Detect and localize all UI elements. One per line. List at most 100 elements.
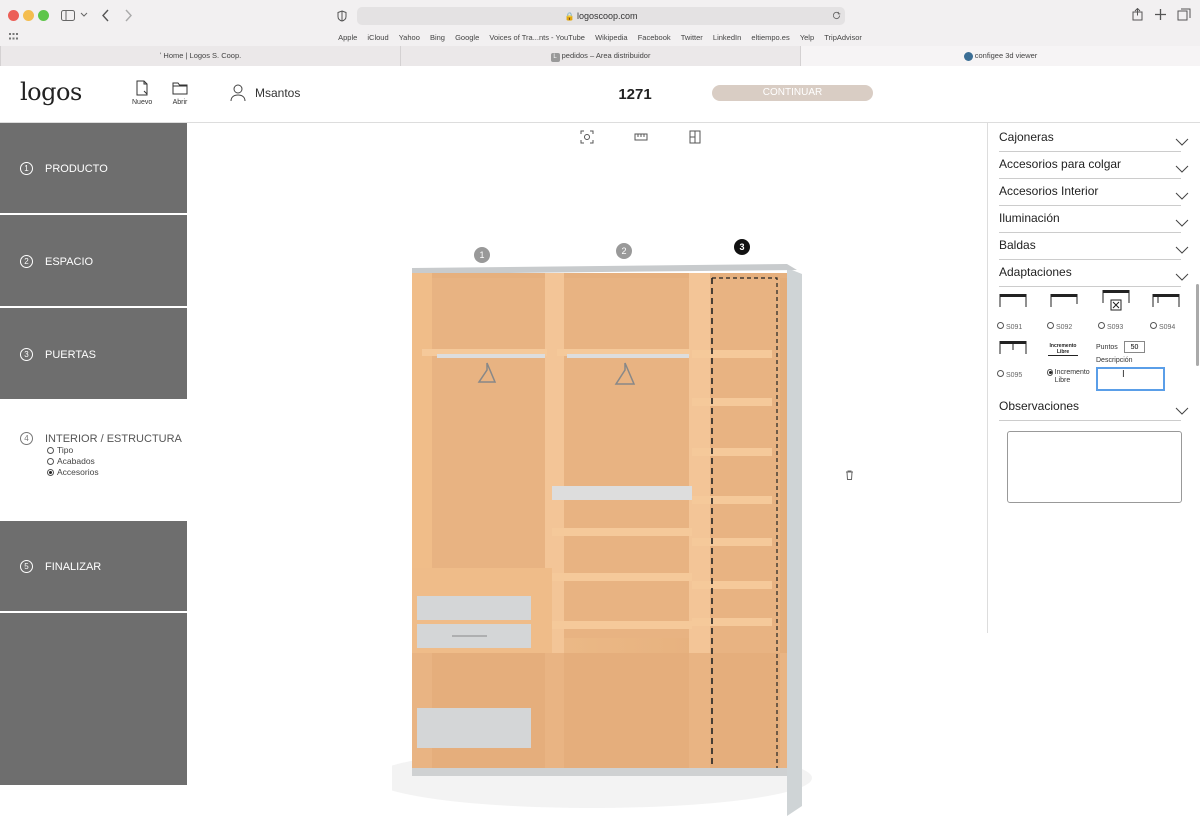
favorite-link[interactable]: Voices of Tra...nts - YouTube — [489, 33, 585, 42]
adaptation-s095-icon[interactable] — [999, 339, 1027, 355]
reload-icon[interactable] — [832, 11, 841, 20]
chevron-down-icon — [1175, 246, 1189, 254]
favorite-link[interactable]: Yelp — [800, 33, 814, 42]
favorite-link[interactable]: Wikipedia — [595, 33, 628, 42]
favorite-link[interactable]: iCloud — [367, 33, 388, 42]
chevron-down-icon — [1175, 138, 1189, 146]
descripcion-input[interactable]: I — [1096, 367, 1165, 391]
new-button[interactable]: Nuevo — [132, 80, 152, 106]
observaciones-textarea[interactable] — [1007, 431, 1182, 503]
radio[interactable] — [47, 457, 54, 465]
adaptation-s093-icon[interactable] — [1102, 288, 1130, 312]
favorite-link[interactable]: LinkedIn — [713, 33, 741, 42]
puntos-input[interactable] — [1124, 341, 1145, 353]
section-baldas[interactable]: Baldas — [999, 238, 1189, 260]
adaptation-option-s092[interactable]: S092 — [1047, 322, 1072, 331]
step-producto[interactable]: 1 PRODUCTO — [0, 123, 187, 213]
section-iluminacion[interactable]: Iluminación — [999, 211, 1189, 233]
section-observaciones[interactable]: Observaciones — [999, 399, 1189, 421]
adaptation-code: S091 — [1005, 324, 1023, 331]
favorite-link[interactable]: Bing — [430, 33, 445, 42]
radio-selected[interactable] — [47, 468, 54, 476]
minimize-window-icon[interactable] — [23, 10, 34, 21]
step-puertas[interactable]: 3 PUERTAS — [0, 308, 187, 399]
folder-icon — [172, 82, 188, 95]
shield-icon[interactable] — [337, 10, 347, 22]
radio[interactable] — [997, 322, 1004, 329]
radio[interactable] — [1047, 322, 1054, 329]
maximize-window-icon[interactable] — [38, 10, 49, 21]
step-finalizar[interactable]: 5 FINALIZAR — [0, 521, 187, 611]
substep-tipo[interactable]: Tipo — [47, 445, 73, 455]
browser-tab[interactable]: L pedidos – Area distribuidor — [400, 46, 800, 66]
address-bar[interactable]: 🔒 logoscoop.com — [357, 7, 845, 25]
radio[interactable] — [1150, 322, 1157, 329]
module-2-marker[interactable]: 2 — [616, 243, 632, 259]
user-icon — [230, 84, 246, 102]
sidebar-toggle-icon[interactable] — [61, 10, 75, 21]
section-title: Accesorios Interior — [999, 184, 1099, 198]
radio-selected[interactable] — [1047, 369, 1053, 376]
close-window-icon[interactable] — [8, 10, 19, 21]
section-accesorios-interior[interactable]: Accesorios Interior — [999, 184, 1189, 206]
section-title: Accesorios para colgar — [999, 157, 1122, 171]
trash-icon[interactable] — [845, 470, 854, 480]
radio[interactable] — [47, 446, 54, 454]
favorite-link[interactable]: eltiempo.es — [751, 33, 789, 42]
radio[interactable] — [1098, 322, 1105, 329]
share-icon[interactable] — [1132, 8, 1143, 21]
tab-overview-icon[interactable] — [1177, 8, 1191, 21]
favorite-link[interactable]: Facebook — [638, 33, 671, 42]
adaptation-option-s091[interactable]: S091 — [997, 322, 1022, 331]
module-3-marker-selected[interactable]: 3 — [734, 239, 750, 255]
step-label: PUERTAS — [45, 348, 96, 361]
adaptation-option-s095[interactable]: S095 — [997, 370, 1022, 379]
puntos-label: Puntos — [1096, 344, 1118, 351]
adaptation-option-incremento-libre[interactable]: Incremento Libre — [1047, 369, 1093, 385]
favorite-link[interactable]: TripAdvisor — [824, 33, 862, 42]
section-adaptaciones[interactable]: Adaptaciones — [999, 265, 1189, 287]
substep-label: Tipo — [57, 445, 74, 455]
step-number: 1 — [20, 162, 33, 175]
section-cajoneras[interactable]: Cajoneras — [999, 130, 1189, 152]
section-title: Observaciones — [999, 399, 1080, 413]
step-espacio[interactable]: 2 ESPACIO — [0, 215, 187, 306]
ruler-icon[interactable] — [634, 130, 648, 144]
continue-button[interactable]: CONTINUAR — [712, 85, 873, 101]
favorite-link[interactable]: Google — [455, 33, 479, 42]
focus-view-icon[interactable] — [580, 130, 594, 144]
tab-title: configee 3d viewer — [974, 51, 1038, 60]
order-number: 1271 — [618, 86, 652, 103]
forward-icon[interactable] — [124, 9, 133, 22]
incremento-libre-thumbnail[interactable]: Incremento Libre — [1048, 343, 1078, 356]
section-accesorios-colgar[interactable]: Accesorios para colgar — [999, 157, 1189, 179]
radio[interactable] — [997, 370, 1004, 377]
wardrobe-3d-model[interactable] — [392, 238, 832, 838]
step-interior-estructura[interactable]: 4 INTERIOR / ESTRUCTURA Tipo Acabados Acc… — [0, 401, 187, 519]
user-info[interactable]: Msantos — [230, 84, 300, 102]
back-icon[interactable] — [101, 9, 110, 22]
door-panel-icon[interactable] — [688, 130, 702, 144]
substep-acabados[interactable]: Acabados — [47, 456, 95, 466]
adaptation-option-s093[interactable]: S093 — [1098, 322, 1123, 331]
browser-tab[interactable]: ʻ Home | Logos S. Coop. — [0, 46, 400, 66]
favorite-link[interactable]: Yahoo — [399, 33, 420, 42]
browser-tab-active[interactable]: configee 3d viewer — [800, 46, 1200, 66]
3d-viewer[interactable]: 1 2 3 — [187, 123, 987, 816]
step-label: ESPACIO — [45, 255, 94, 268]
chevron-down-icon — [1175, 219, 1189, 227]
new-tab-icon[interactable] — [1155, 9, 1166, 20]
favorite-link[interactable]: Apple — [338, 33, 357, 42]
panel-scrollbar[interactable] — [1196, 284, 1199, 366]
adaptation-s091-icon[interactable] — [999, 292, 1027, 308]
chevron-down-icon[interactable] — [80, 12, 88, 18]
logo[interactable]: logos — [20, 78, 82, 106]
adaptation-option-s094[interactable]: S094 — [1150, 322, 1175, 331]
module-1-marker[interactable]: 1 — [474, 247, 490, 263]
adaptation-s092-icon[interactable] — [1050, 292, 1078, 308]
favorite-link[interactable]: Twitter — [681, 33, 703, 42]
adaptation-s094-icon[interactable] — [1152, 292, 1180, 308]
open-button[interactable]: Abrir — [172, 80, 188, 106]
substep-accesorios[interactable]: Accesorios — [47, 467, 99, 477]
chevron-down-icon — [1175, 192, 1189, 200]
